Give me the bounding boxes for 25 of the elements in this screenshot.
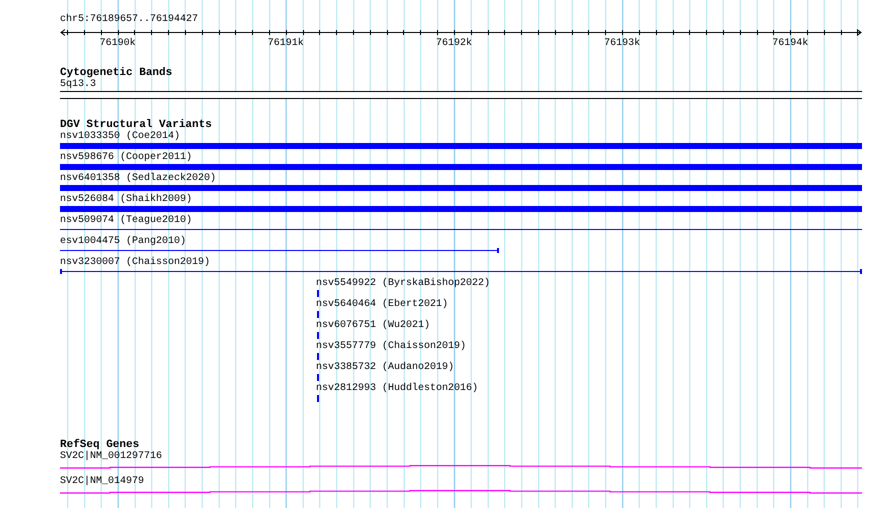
tick-label: 76190k [100,38,136,48]
variant-label: nsv598676 (Cooper2011) [60,152,194,163]
variant-label: nsv526084 (Shaikh2009) [60,194,194,205]
tick-label: 76191k [268,38,304,48]
tick-label: 76194k [772,38,808,48]
track-title: RefSeq Genes [60,440,140,451]
variant-label: nsv5640464 (Ebert2021) [316,299,450,310]
variant-label: esv1004475 (Pang2010) [60,236,188,247]
variant-label: nsv1033350 (Coe2014) [60,131,182,142]
track-title: Cytogenetic Bands [60,68,174,79]
tick-label: 76193k [604,38,640,48]
band-label: 5q13.3 [60,79,98,90]
variant-label: nsv6076751 (Wu2021) [316,320,432,331]
tick-label: 76192k [436,38,472,48]
variant-label: nsv3230007 (Chaisson2019) [60,257,212,268]
variant-label: nsv5549922 (ByrskaBishop2022) [316,278,492,289]
variant-label: nsv3385732 (Audano2019) [316,362,456,373]
gene-label: SV2C|NM_014979 [60,476,146,487]
variant-label: nsv3557779 (Chaisson2019) [316,341,468,352]
gene-label: SV2C|NM_001297716 [60,451,164,462]
variant-label: nsv2812993 (Huddleston2016) [316,383,480,394]
locus-label: chr5:76189657..76194427 [60,14,200,25]
variant-label: nsv6401358 (Sedlazeck2020) [60,173,218,184]
track-title: DGV Structural Variants [60,120,213,131]
variant-label: nsv509074 (Teague2010) [60,215,194,226]
